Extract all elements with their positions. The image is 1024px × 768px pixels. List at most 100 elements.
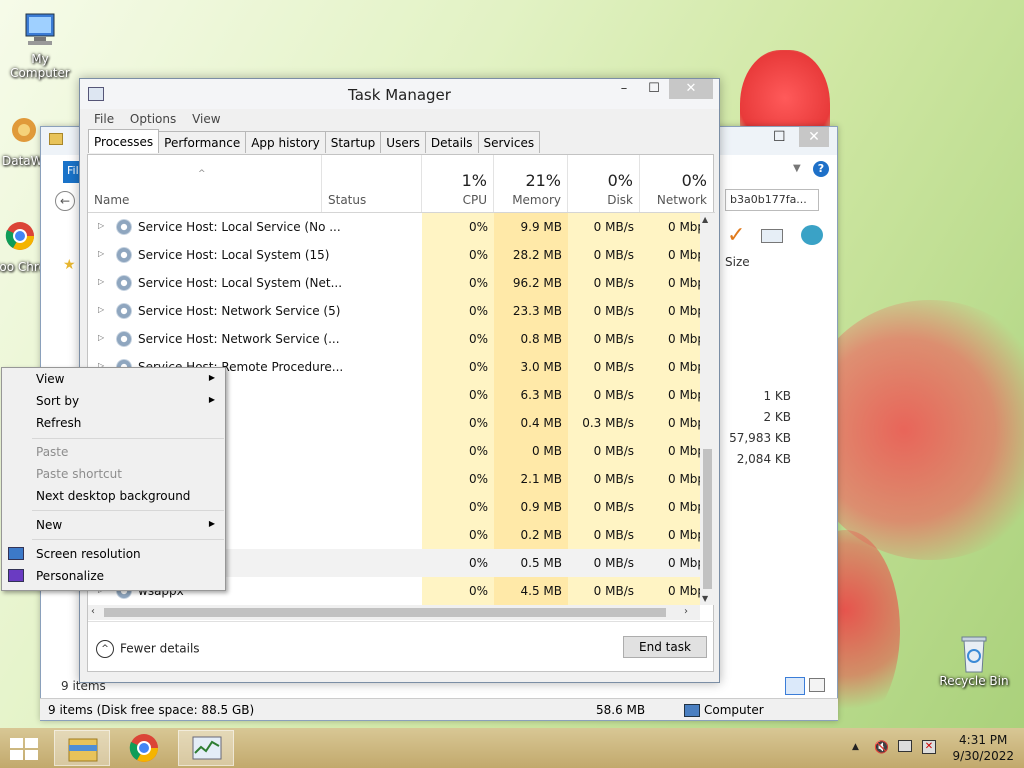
end-task-button[interactable]: End task <box>623 636 707 658</box>
network-icon[interactable] <box>898 740 912 752</box>
process-row[interactable]: ▷ Service Host: Network Service (5) 0% 23.3… <box>88 297 700 325</box>
menu-item-next-desktop-background[interactable]: Next desktop background <box>2 485 225 507</box>
process-name: Service Host: Local System (15) <box>138 248 330 262</box>
menu-item-paste[interactable]: Paste <box>2 441 225 463</box>
menu-item-refresh[interactable]: Refresh <box>2 412 225 434</box>
column-memory[interactable]: 21% Memory <box>494 155 568 212</box>
disk-value: 0 MB/s <box>568 465 640 493</box>
clock[interactable]: 4:31 PM 9/30/2022 <box>952 732 1014 764</box>
process-row[interactable]: ▷ Service Host: Local System (Net... 0% 96.… <box>88 269 700 297</box>
cpu-value: 0% <box>422 549 494 577</box>
tab-performance[interactable]: Performance <box>158 131 247 153</box>
tab-details[interactable]: Details <box>424 131 479 153</box>
maximize-icon[interactable]: ☐ <box>773 129 786 145</box>
process-name: Service Host: Network Service (... <box>138 332 340 346</box>
cpu-value: 0% <box>422 353 494 381</box>
action-center-icon[interactable]: ✕ <box>922 740 936 754</box>
cpu-value: 0% <box>422 577 494 605</box>
column-disk[interactable]: 0% Disk <box>568 155 640 212</box>
menu-options[interactable]: Options <box>130 112 176 126</box>
search-field[interactable]: b3a0b177fa... <box>725 189 819 211</box>
menu-item-paste-shortcut[interactable]: Paste shortcut <box>2 463 225 485</box>
tab-users[interactable]: Users <box>380 131 426 153</box>
menu-separator <box>32 510 224 511</box>
column-network[interactable]: 0% Network <box>640 155 715 212</box>
column-header-row: ^ Name Status 1% CPU 21% Memory 0% Disk … <box>88 155 715 213</box>
memory-value: 23.3 MB <box>494 297 568 325</box>
chrome-icon <box>129 734 158 762</box>
rename-icon[interactable] <box>761 229 783 243</box>
vertical-scrollbar[interactable]: ▲ ▼ <box>700 213 715 605</box>
desktop-icon-my-computer[interactable]: My Computer <box>0 10 80 80</box>
large-icons-view-icon[interactable] <box>809 678 825 692</box>
scrollbar-thumb[interactable] <box>703 449 712 589</box>
help-icon[interactable]: ? <box>813 161 829 177</box>
service-gear-icon <box>116 331 132 347</box>
network-value: 0 Mbps <box>640 297 700 325</box>
expand-arrow-icon[interactable]: ▷ <box>98 221 104 230</box>
task-manager-icon <box>192 736 222 760</box>
star-icon: ★ <box>63 257 76 273</box>
menu-item-view[interactable]: View ▶ <box>2 368 225 390</box>
column-name[interactable]: ^ Name <box>88 155 322 212</box>
taskbar-task-manager[interactable] <box>178 730 234 766</box>
process-row[interactable]: ▷ Service Host: Network Service (... 0% 0.8… <box>88 325 700 353</box>
show-hidden-icons-icon[interactable]: ▲ <box>852 742 859 752</box>
scroll-up-arrow-icon[interactable]: ▲ <box>702 215 708 224</box>
cpu-value: 0% <box>422 521 494 549</box>
maximize-icon[interactable]: ☐ <box>639 79 669 99</box>
speaker-muted-icon[interactable]: 🔇 <box>874 740 889 754</box>
close-icon[interactable]: ✕ <box>799 127 829 147</box>
checkmark-icon[interactable]: ✓ <box>727 223 745 248</box>
task-manager-titlebar[interactable]: Task Manager – ☐ ✕ <box>80 79 719 109</box>
clock-date: 9/30/2022 <box>952 749 1014 763</box>
expand-arrow-icon[interactable]: ▷ <box>98 277 104 286</box>
disk-value: 0 MB/s <box>568 241 640 269</box>
chevron-down-icon[interactable]: ▼ <box>793 163 801 174</box>
tab-app-history[interactable]: App history <box>245 131 326 153</box>
scroll-left-arrow-icon[interactable]: ‹ <box>91 606 95 617</box>
globe-icon[interactable] <box>801 225 823 245</box>
fewer-details-link[interactable]: ^ Fewer details <box>96 640 200 658</box>
horizontal-scrollbar[interactable]: ‹ › <box>88 605 700 620</box>
column-cpu[interactable]: 1% CPU <box>422 155 494 212</box>
taskbar-file-explorer[interactable] <box>54 730 110 766</box>
tab-startup[interactable]: Startup <box>324 131 382 153</box>
size-column-header[interactable]: Size <box>725 255 750 269</box>
column-label: Memory <box>512 193 561 207</box>
menu-item-screen-resolution[interactable]: Screen resolution <box>2 543 225 565</box>
scrollbar-thumb[interactable] <box>104 608 666 617</box>
menu-view[interactable]: View <box>192 112 220 126</box>
tab-services[interactable]: Services <box>477 131 541 153</box>
start-button[interactable] <box>10 738 38 760</box>
desktop-icon-recycle-bin[interactable]: Recycle Bin <box>934 632 1014 688</box>
process-row[interactable]: ▷ Service Host: Local System (15) 0% 28.2 M… <box>88 241 700 269</box>
process-name: Service Host: Network Service (5) <box>138 304 341 318</box>
tab-strip: Processes Performance App history Startu… <box>88 129 541 154</box>
close-icon[interactable]: ✕ <box>669 79 713 99</box>
expand-arrow-icon[interactable]: ▷ <box>98 249 104 258</box>
menu-file[interactable]: File <box>94 112 114 126</box>
cpu-value: 0% <box>422 213 494 241</box>
taskbar-chrome[interactable] <box>116 730 172 766</box>
menu-item-new[interactable]: New ▶ <box>2 514 225 536</box>
details-view-icon[interactable] <box>785 677 805 695</box>
network-value: 0 Mbps <box>640 325 700 353</box>
back-arrow-icon[interactable]: ← <box>55 191 75 211</box>
expand-arrow-icon[interactable]: ▷ <box>98 333 104 342</box>
menu-item-label: View <box>36 372 65 386</box>
minimize-icon[interactable]: – <box>609 79 639 99</box>
menu-item-sort-by[interactable]: Sort by ▶ <box>2 390 225 412</box>
scroll-down-arrow-icon[interactable]: ▼ <box>702 594 708 603</box>
column-status[interactable]: Status <box>322 155 422 212</box>
expand-arrow-icon[interactable]: ▷ <box>98 305 104 314</box>
scroll-right-arrow-icon[interactable]: › <box>684 606 688 617</box>
tab-processes[interactable]: Processes <box>88 129 160 153</box>
menu-item-personalize[interactable]: Personalize <box>2 565 225 587</box>
taskbar: ▲ 🔇 ✕ 4:31 PM 9/30/2022 <box>0 728 1024 768</box>
process-row[interactable]: ▷ Service Host: Local Service (No ... 0% 9.… <box>88 213 700 241</box>
menu-item-label: Refresh <box>36 416 82 430</box>
sort-caret-icon: ^ <box>198 169 206 179</box>
disk-total: 0% <box>607 171 633 190</box>
cpu-value: 0% <box>422 269 494 297</box>
